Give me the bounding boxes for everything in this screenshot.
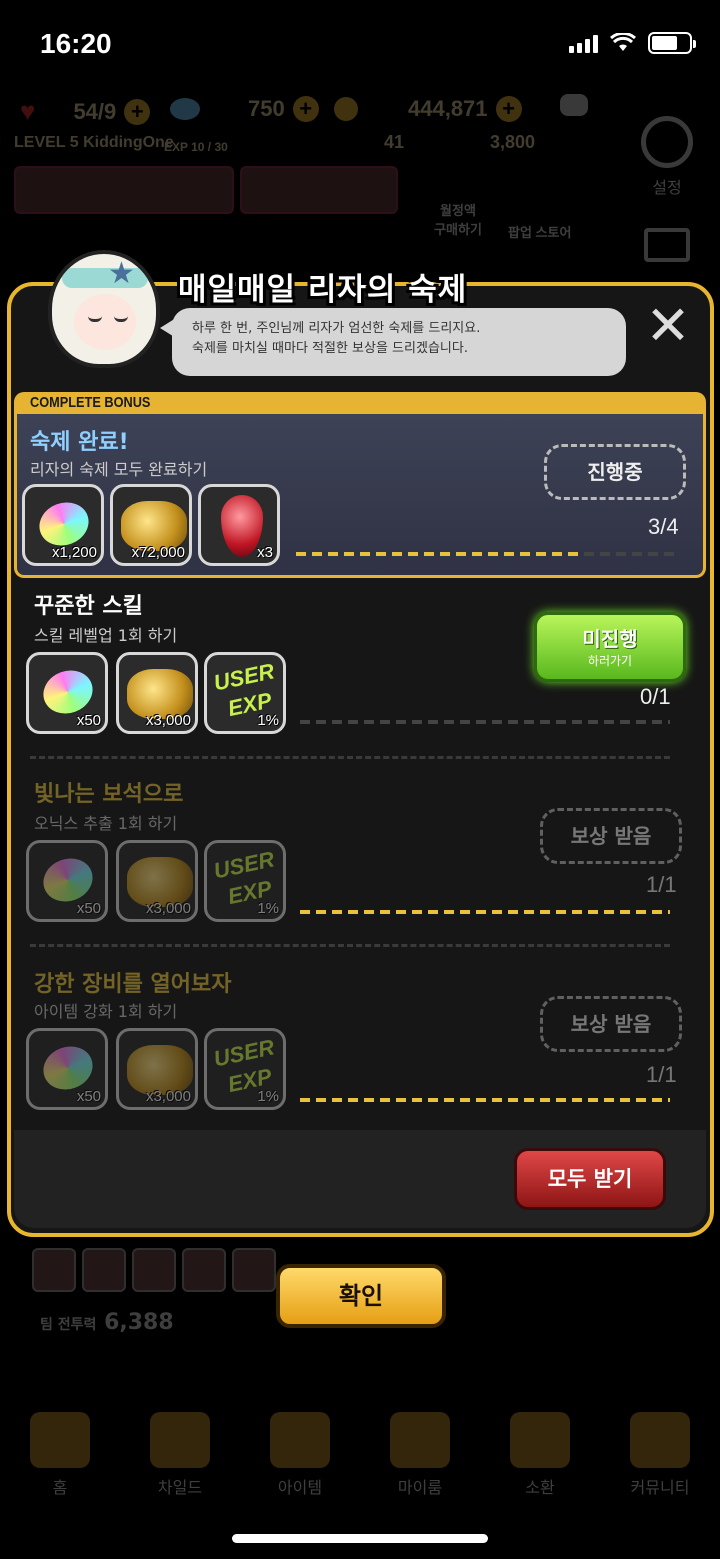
reward-gold: x3,000 (116, 1028, 198, 1110)
nav-child: 차일드 (130, 1412, 230, 1498)
status-icons (569, 32, 696, 54)
claim-all-button[interactable]: 모두 받기 (514, 1148, 666, 1210)
quest-2-progress-fill (300, 910, 670, 914)
player-level: LEVEL 5 KiddingOne (14, 134, 174, 151)
quest-1-progress-text: 0/1 (640, 684, 671, 709)
reward-gold: x3,000 (116, 840, 198, 922)
add-gems-button: + (292, 96, 319, 122)
nav-home: 홈 (10, 1412, 110, 1498)
quest-2-claimed-button[interactable]: 보상 받음 (540, 808, 682, 864)
add-gold-button: + (495, 96, 522, 122)
settings-shortcut: 설정 (632, 116, 702, 198)
team-portraits (32, 1248, 276, 1292)
quest-1-go-button[interactable]: 미진행 하러가기 (534, 612, 686, 682)
resource-2: 41 (384, 132, 405, 152)
heart-icon: ♥ (20, 96, 36, 126)
quest-3-progress-text: 1/1 (646, 1062, 677, 1087)
nav-myroom: 마이룸 (370, 1412, 470, 1498)
quest-divider (30, 756, 670, 759)
event-banner-2 (240, 166, 398, 214)
gold-counter: 444,871 + (334, 96, 522, 122)
hearts-counter: ♥ 54/9 + (20, 96, 151, 127)
chat-icon (560, 94, 588, 116)
quest-2-title: 빛나는 보석으로 (34, 782, 184, 807)
quest-3-desc: 아이템 강화 1회 하기 (34, 1002, 178, 1021)
reward-gem: x1,200 (22, 484, 104, 566)
modal-title: 매일매일 리자의 숙제 (178, 272, 468, 308)
team-power: 팀 전투력 6,388 (40, 1310, 174, 1335)
add-hearts-button: + (124, 98, 151, 125)
home-indicator (232, 1534, 488, 1543)
resource-3: 3,800 (490, 132, 536, 152)
reward-gold: x72,000 (110, 484, 192, 566)
exp-bar: EXP 10 / 30 (164, 140, 228, 154)
home-icon (30, 1412, 90, 1468)
gems-counter: 750 + (170, 96, 319, 122)
battery-icon (648, 32, 696, 54)
bonus-status-button[interactable]: 진행중 (544, 444, 686, 500)
crown-icon (390, 1412, 450, 1468)
reward-gem: x50 (26, 1028, 108, 1110)
quest-3-claimed-button[interactable]: 보상 받음 (540, 996, 682, 1052)
status-bar: 16:20 (0, 0, 720, 88)
event-banner-1 (14, 166, 234, 214)
child-icon (150, 1412, 210, 1468)
mail-shortcut (632, 228, 702, 262)
reward-gold: x3,000 (116, 652, 198, 734)
quest-3-title: 강한 장비를 열어보자 (34, 972, 232, 997)
coin-icon (334, 97, 358, 121)
reward-user-exp: USER EXP 1% (204, 840, 286, 922)
speech-bubble: 하루 한 번, 주인님께 리자가 엄선한 숙제를 드리지요. 숙제를 마치실 때… (172, 308, 626, 376)
status-time: 16:20 (40, 28, 112, 59)
confirm-button[interactable]: 확인 (276, 1264, 446, 1328)
quest-divider (30, 944, 670, 947)
potion-icon (510, 1412, 570, 1468)
quest-2-progress-text: 1/1 (646, 872, 677, 897)
gem-icon (170, 98, 200, 120)
liza-avatar: ★ (48, 250, 160, 368)
reward-user-exp: USER EXP 1% (204, 1028, 286, 1110)
bonus-desc: 리자의 숙제 모두 완료하기 (30, 460, 208, 479)
nav-summon: 소환 (490, 1412, 590, 1498)
monthly-pass-label: 월정액 구매하기 (434, 203, 482, 237)
complete-bonus-tab: COMPLETE BONUS (14, 392, 706, 416)
shield-icon (630, 1412, 690, 1468)
nav-community: 커뮤니티 (610, 1412, 710, 1498)
bonus-progress-bar (296, 552, 680, 556)
popup-store-label: 팝업 스토어 (508, 225, 572, 240)
reward-user-exp: USER EXP 1% (204, 652, 286, 734)
gear-icon (641, 116, 693, 168)
quest-3-progress-fill (300, 1098, 670, 1102)
quest-2-progress-bar (300, 910, 670, 914)
bottom-nav: 홈 차일드 아이템 마이룸 소환 커뮤니티 (0, 1388, 720, 1498)
signal-icon (569, 33, 598, 53)
reward-gem: x50 (26, 652, 108, 734)
reward-gem: x50 (26, 840, 108, 922)
quest-1-title: 꾸준한 스킬 (34, 594, 143, 619)
quest-1-desc: 스킬 레벨업 1회 하기 (34, 626, 178, 645)
bonus-progress-text: 3/4 (648, 514, 679, 539)
sword-shield-icon (270, 1412, 330, 1468)
reward-ruby: x3 (198, 484, 280, 566)
quest-1-progress-bar (300, 720, 670, 724)
quest-3-progress-bar (300, 1098, 670, 1102)
bonus-title: 숙제 완료! (30, 430, 129, 455)
quest-2-desc: 오닉스 추출 1회 하기 (34, 814, 178, 833)
star-icon: ★ (108, 256, 135, 291)
nav-item: 아이템 (250, 1412, 350, 1498)
wifi-icon (610, 33, 636, 51)
close-button[interactable]: ✕ (644, 299, 692, 353)
mail-icon (644, 228, 690, 262)
bonus-progress-fill (296, 552, 584, 556)
